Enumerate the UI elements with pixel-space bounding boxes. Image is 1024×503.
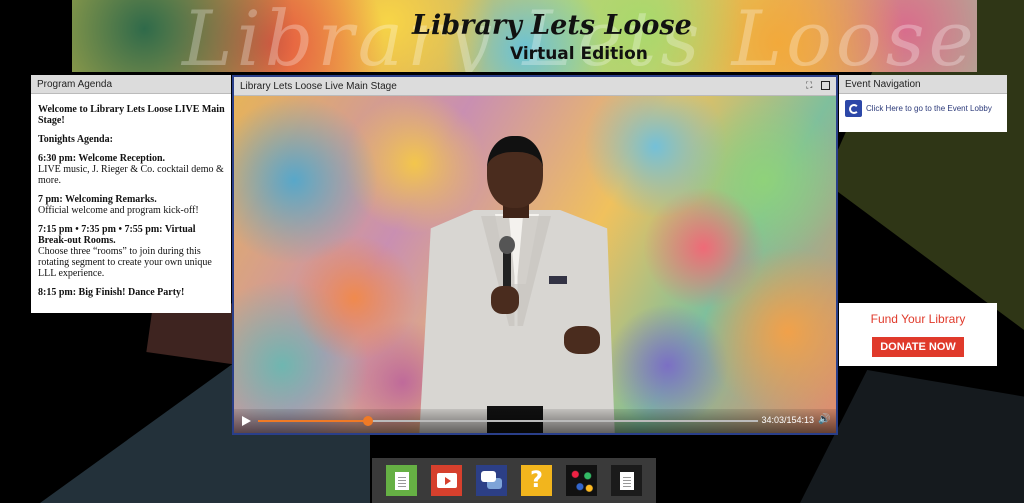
seek-bar[interactable]	[258, 416, 758, 426]
volume-icon[interactable]: 🔊	[818, 415, 830, 425]
play-icon[interactable]	[242, 416, 251, 426]
agenda-welcome: Welcome to Library Lets Loose LIVE Main …	[38, 104, 225, 126]
agenda-item-desc: LIVE music, J. Rieger & Co. cocktail dem…	[38, 164, 224, 186]
fund-title: Fund Your Library	[870, 312, 966, 326]
banner-subtitle: Virtual Edition	[510, 44, 648, 64]
stage-title: Library Lets Loose Live Main Stage	[240, 81, 397, 92]
page-icon[interactable]	[611, 465, 642, 496]
time-display: 34:03/154:13	[761, 415, 814, 425]
presenter-image	[419, 136, 619, 433]
agenda-item-desc: Official welcome and program kick-off!	[38, 205, 199, 216]
agenda-item-time: 7 pm: Welcoming Remarks.	[38, 194, 157, 205]
donate-button[interactable]: DONATE NOW	[872, 337, 964, 357]
agenda-header: Program Agenda	[31, 75, 231, 94]
main-stage-panel: Library Lets Loose Live Main Stage ⛶ 34:…	[232, 75, 838, 435]
seek-progress	[258, 420, 368, 422]
stage-header: Library Lets Loose Live Main Stage ⛶	[234, 77, 836, 96]
agenda-item: 7:15 pm • 7:35 pm • 7:55 pm: Virtual Bre…	[38, 224, 225, 279]
game-icon[interactable]	[566, 465, 597, 496]
agenda-body: Welcome to Library Lets Loose LIVE Main …	[31, 94, 231, 298]
agenda-item: 8:15 pm: Big Finish! Dance Party!	[38, 287, 225, 298]
chat-icon[interactable]	[476, 465, 507, 496]
seek-handle[interactable]	[363, 416, 373, 426]
agenda-tonight: Tonights Agenda:	[38, 134, 113, 145]
video-icon[interactable]	[431, 465, 462, 496]
event-banner: Library Lets Loose Library Lets Loose Vi…	[72, 0, 977, 72]
maximize-icon[interactable]	[821, 81, 830, 90]
agenda-item-time: 6:30 pm: Welcome Reception.	[38, 153, 166, 164]
nav-header: Event Navigation	[839, 75, 1007, 94]
agenda-item-desc: Choose three “rooms” to join during this…	[38, 246, 212, 279]
fullscreen-icon[interactable]: ⛶	[806, 81, 815, 90]
lobby-icon	[845, 100, 862, 117]
bottom-toolbar: ?	[372, 458, 656, 503]
agenda-item: 7 pm: Welcoming Remarks. Official welcom…	[38, 194, 225, 216]
event-navigation-panel: Event Navigation Click Here to go to the…	[839, 75, 1007, 132]
event-lobby-link[interactable]: Click Here to go to the Event Lobby	[839, 94, 1007, 123]
document-icon[interactable]	[386, 465, 417, 496]
fund-panel: Fund Your Library DONATE NOW	[839, 303, 997, 366]
program-agenda-panel: Program Agenda Welcome to Library Lets L…	[31, 75, 231, 313]
video-player[interactable]: 34:03/154:13 🔊	[234, 96, 836, 433]
agenda-item-time: 7:15 pm • 7:35 pm • 7:55 pm: Virtual Bre…	[38, 224, 196, 246]
agenda-item-time: 8:15 pm: Big Finish! Dance Party!	[38, 287, 185, 298]
agenda-item: 6:30 pm: Welcome Reception. LIVE music, …	[38, 153, 225, 186]
event-lobby-label: Click Here to go to the Event Lobby	[866, 104, 992, 113]
help-icon[interactable]: ?	[521, 465, 552, 496]
banner-title: Library Lets Loose	[412, 10, 692, 41]
video-controls: 34:03/154:13 🔊	[234, 409, 836, 433]
